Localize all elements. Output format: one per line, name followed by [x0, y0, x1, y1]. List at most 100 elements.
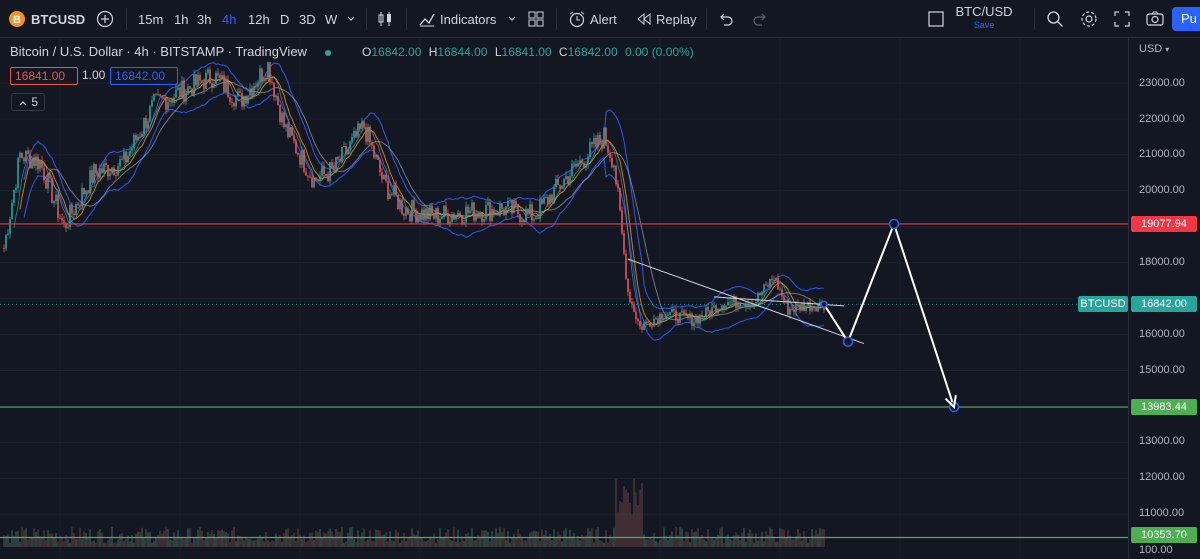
- volume-bar: [405, 541, 407, 547]
- candle-body: [363, 121, 365, 128]
- volume-bar: [133, 542, 135, 547]
- candle-body: [473, 202, 475, 221]
- candle-body: [285, 124, 287, 128]
- redo-button[interactable]: [752, 0, 768, 38]
- volume-bar: [347, 532, 349, 547]
- volume-bar: [121, 533, 123, 547]
- indicators-dropdown[interactable]: [507, 0, 517, 38]
- interval-w[interactable]: W: [325, 0, 337, 38]
- chart-canvas[interactable]: [0, 38, 1128, 559]
- layout-select-button[interactable]: [928, 0, 944, 38]
- price-tick: 21000.00: [1139, 148, 1185, 160]
- volume-bar: [337, 531, 339, 547]
- legend-title: Bitcoin / U.S. Dollar · 4h · BITSTAMP · …: [10, 44, 307, 59]
- rewind-icon: [637, 12, 651, 26]
- volume-bar: [747, 532, 749, 547]
- candle-body: [229, 96, 231, 102]
- snapshot-button[interactable]: [1146, 0, 1164, 38]
- interval-dropdown[interactable]: [346, 0, 356, 38]
- buy-price-box[interactable]: 16842.00: [110, 67, 178, 85]
- candle-body: [601, 142, 603, 149]
- candle-body: [595, 137, 597, 147]
- settings-button[interactable]: [1080, 0, 1098, 38]
- publish-button[interactable]: Pu: [1172, 7, 1200, 31]
- candle-body: [505, 206, 507, 216]
- interval-3d[interactable]: 3D: [299, 0, 316, 38]
- volume-bar: [607, 542, 609, 547]
- add-symbol-button[interactable]: [96, 0, 114, 38]
- candle-body: [767, 284, 769, 287]
- volume-bar: [567, 536, 569, 547]
- replay-button[interactable]: Replay: [636, 0, 696, 38]
- trend-drawings[interactable]: [627, 218, 960, 413]
- candle-body: [177, 87, 179, 90]
- interval-12h[interactable]: 12h: [248, 0, 270, 38]
- interval-15m[interactable]: 15m: [138, 0, 163, 38]
- candle-body: [485, 205, 487, 220]
- volume-bar: [283, 533, 285, 547]
- candle-body: [417, 214, 419, 223]
- candle-body: [251, 88, 253, 96]
- candle-body: [495, 213, 497, 215]
- candle-body: [53, 201, 55, 204]
- candle-body: [307, 175, 309, 177]
- candle-body: [259, 68, 261, 83]
- layout-name[interactable]: BTC/USD Save: [955, 4, 1013, 30]
- price-tick: 12000.00: [1139, 471, 1185, 483]
- high-value: 16844.00: [437, 45, 488, 59]
- candle-body: [411, 200, 413, 222]
- candle-body: [157, 93, 159, 95]
- candle-body: [349, 141, 351, 150]
- candle-body: [533, 219, 535, 221]
- volume-bar: [107, 540, 109, 547]
- search-button[interactable]: [1046, 0, 1064, 38]
- candle-body: [237, 91, 239, 97]
- interval-4h[interactable]: 4h: [222, 0, 236, 38]
- candle-body: [503, 209, 505, 216]
- price-tick: 20000.00: [1139, 184, 1185, 196]
- candle-body: [461, 216, 463, 224]
- volume-bar: [359, 538, 361, 547]
- currency-label[interactable]: USD ▾: [1139, 43, 1169, 55]
- candle-body: [41, 160, 43, 168]
- volume-bar: [173, 532, 175, 547]
- collapse-indicators-button[interactable]: 5: [11, 93, 45, 111]
- plus-circle-icon: [96, 10, 114, 28]
- volume-bar: [75, 539, 77, 547]
- volume-bar: [467, 532, 469, 547]
- undo-button[interactable]: [718, 0, 734, 38]
- volume-bar: [85, 532, 87, 547]
- candle-body: [191, 88, 193, 96]
- candle-body: [77, 204, 79, 206]
- templates-button[interactable]: [528, 0, 544, 38]
- price-axis[interactable]: USD ▾ 23000.00 22000.00 21000.00 20000.0…: [1128, 38, 1200, 559]
- candle-body: [305, 171, 307, 176]
- candle-body: [345, 146, 347, 154]
- sell-price-box[interactable]: 16841.00: [10, 67, 78, 85]
- candle-body: [447, 212, 449, 224]
- candle-body: [13, 189, 15, 203]
- volume-bar: [73, 533, 75, 547]
- candle-body: [15, 187, 17, 190]
- volume-bar: [179, 537, 181, 547]
- candle-body: [653, 319, 655, 327]
- volume-bar: [801, 540, 803, 547]
- candle-body: [11, 202, 13, 220]
- candle-body: [21, 152, 23, 158]
- interval-d[interactable]: D: [280, 0, 289, 38]
- chart-legend[interactable]: Bitcoin / U.S. Dollar · 4h · BITSTAMP · …: [10, 44, 331, 59]
- indicators-button[interactable]: Indicators: [418, 0, 496, 38]
- alert-button[interactable]: Alert: [568, 0, 617, 38]
- interval-1h[interactable]: 1h: [174, 0, 188, 38]
- symbol-search[interactable]: B BTCUSD: [8, 0, 85, 38]
- volume-bar: [35, 531, 37, 547]
- candle-body: [147, 121, 149, 129]
- interval-3h[interactable]: 3h: [197, 0, 211, 38]
- chart-type-button[interactable]: [376, 0, 394, 38]
- volume-bar: [193, 537, 195, 547]
- volume-bar: [541, 529, 543, 547]
- horizontal-levels[interactable]: [0, 223, 1128, 539]
- candle-body: [729, 301, 731, 303]
- fullscreen-button[interactable]: [1114, 0, 1130, 38]
- candle-body: [199, 74, 201, 81]
